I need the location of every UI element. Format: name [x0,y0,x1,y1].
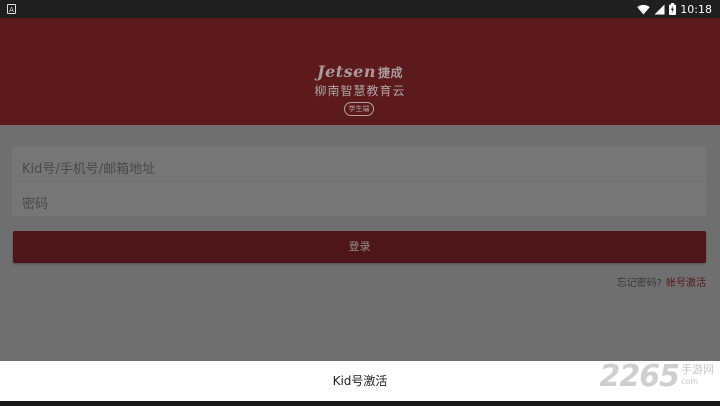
battery-icon [669,3,677,15]
status-bar: A 10:18 [0,0,720,18]
clock: 10:18 [680,2,712,16]
account-links: 忘记密码? 帐号激活 [617,274,706,289]
login-content: Kid号/手机号/邮箱地址 密码 登录 忘记密码? 帐号激活 [0,125,720,361]
login-button[interactable]: 登录 [13,231,706,263]
watermark-domain: com [681,377,699,386]
app-header: Jetsen 捷成 柳南智慧教育云 学生端 [0,18,720,125]
site-watermark: 2265 手游网 com [600,356,715,396]
student-badge: 学生端 [344,102,374,116]
watermark-text: 手游网 [681,363,714,376]
field-divider [12,181,706,182]
app-subtitle: 柳南智慧教育云 [314,84,406,98]
cell-signal-icon [654,4,665,14]
account-activate-link[interactable]: 帐号激活 [666,278,706,289]
brand-logo: Jetsen 捷成 [317,62,403,81]
status-icons: 10:18 [637,2,712,16]
forgot-password-link[interactable]: 忘记密码? [617,278,662,289]
account-input[interactable]: Kid号/手机号/邮箱地址 [22,158,155,177]
wifi-icon [637,4,650,14]
watermark-number: 2265 [599,358,680,394]
login-form: Kid号/手机号/邮箱地址 密码 [12,146,706,216]
navigation-bar [0,401,720,406]
password-input[interactable]: 密码 [22,193,48,212]
app-notification-icon: A [7,4,16,14]
